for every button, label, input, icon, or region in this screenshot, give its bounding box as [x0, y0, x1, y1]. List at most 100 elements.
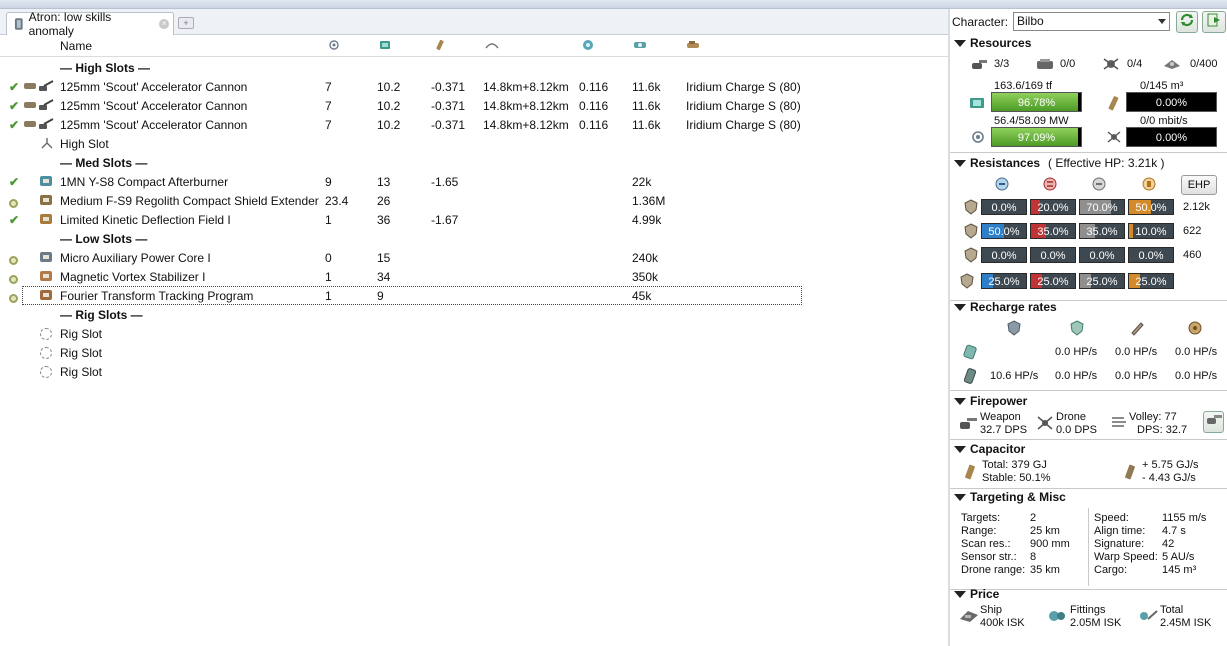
active-state-icon[interactable]: ✔ [9, 175, 19, 189]
total-price-label: Total [1160, 604, 1184, 616]
module-tracking: 0.116 [579, 99, 609, 113]
module-powergrid: 10.2 [377, 80, 401, 94]
module-powergrid: 34 [377, 270, 391, 284]
passive-recharge-icon [963, 344, 977, 360]
stat-value: 25 km [1030, 525, 1060, 537]
module-row[interactable]: ✔ 125mm 'Scout' Accelerator Cannon 7 10.2 -0… [0, 77, 948, 96]
module-name: High Slot [60, 137, 109, 151]
damage-pattern-button[interactable] [1203, 411, 1224, 433]
resistance-value: 50.0% [1135, 202, 1167, 214]
active-state-icon[interactable]: ✔ [9, 213, 19, 227]
turret-slots-value: 3/3 [994, 58, 1010, 70]
capacitor-stable: Stable: 50.1% [982, 472, 1051, 484]
active-state-icon[interactable]: ✔ [9, 99, 19, 113]
stat-label: Warp Speed: [1094, 551, 1158, 563]
resistance-cell: 50.0% [1128, 199, 1174, 215]
shield-hp-icon [1007, 320, 1021, 336]
close-tab-icon[interactable]: × [159, 19, 169, 29]
fittings-price-label: Fittings [1070, 604, 1106, 616]
stat-label: Sensor str.: [961, 551, 1017, 563]
rig-slot-row[interactable]: Rig Slot [0, 362, 948, 381]
charge-column-icon[interactable] [686, 39, 700, 54]
module-row[interactable]: Magnetic Vortex Stabilizer I 1 34 350k [0, 267, 948, 286]
cpu-column-icon[interactable] [327, 39, 341, 54]
module-icon [38, 212, 54, 229]
character-select[interactable]: Bilbo [1013, 12, 1170, 31]
rig-slot-row[interactable]: Rig Slot [0, 343, 948, 362]
module-range: 14.8km+8.12km [483, 99, 569, 113]
ehp-toggle-button[interactable]: EHP [1181, 175, 1217, 195]
resistance-value: 20.0% [1037, 202, 1069, 214]
resources-title: Resources [970, 36, 1032, 50]
drone-dps: 0.0 DPS [1056, 424, 1097, 436]
module-name: 125mm 'Scout' Accelerator Cannon [60, 99, 248, 113]
price-header[interactable]: Price [954, 587, 999, 601]
module-row[interactable]: ✔ Limited Kinetic Deflection Field I 1 36 -1… [0, 210, 948, 229]
resistances-header[interactable]: Resistances ( Effective HP: 3.21k ) [954, 156, 1165, 170]
slot-section-header[interactable]: — High Slots — [0, 58, 948, 77]
module-row[interactable]: Micro Auxiliary Power Core I 0 15 240k [0, 248, 948, 267]
passive-shield-boost-rate: 0.0 HP/s [1055, 346, 1098, 358]
module-cpu: 0 [325, 251, 332, 265]
thermal-damage-icon [1043, 177, 1057, 191]
new-tab-button[interactable]: + [178, 17, 194, 29]
active-state-icon[interactable]: ✔ [9, 118, 19, 132]
module-name: Rig Slot [60, 365, 103, 379]
stat-label: Targets: [961, 512, 1001, 524]
empty-slot-row[interactable]: High Slot [0, 134, 948, 153]
module-row[interactable]: ✔ 125mm 'Scout' Accelerator Cannon 7 10.2 -0… [0, 115, 948, 134]
active-state-icon[interactable]: ✔ [9, 80, 19, 94]
fit-tab-title: Atron: low skills anomaly [28, 10, 112, 38]
module-row[interactable]: ✔ 1MN Y-S8 Compact Afterburner 9 13 -1.65 22k [0, 172, 948, 191]
resistance-cell: 20.0% [1030, 199, 1076, 215]
price-column-icon[interactable] [633, 39, 647, 54]
targeting-header[interactable]: Targeting & Misc [954, 490, 1066, 504]
module-row[interactable]: Medium F-S9 Regolith Compact Shield Exte… [0, 191, 948, 210]
capacitor-column-icon[interactable] [433, 39, 447, 54]
stat-value: 2 [1030, 512, 1037, 524]
capacitor-header[interactable]: Capacitor [954, 442, 1025, 456]
separator [950, 439, 1227, 440]
reinforced-recharge-icon [963, 368, 977, 384]
damage-pattern-icon[interactable] [958, 272, 976, 293]
module-name: Rig Slot [60, 327, 103, 341]
damage-pattern-icon [1206, 415, 1222, 424]
refresh-character-button[interactable] [1176, 11, 1198, 33]
resistance-value: 0.0% [991, 250, 1017, 262]
bandwidth-usage-label: 0/0 mbit/s [1140, 115, 1188, 127]
price-title: Price [970, 587, 1000, 601]
tracking-column-icon[interactable] [581, 39, 595, 54]
fit-tab[interactable]: Atron: low skills anomaly × [6, 10, 174, 38]
module-capacitor: -1.67 [431, 213, 459, 227]
resources-header[interactable]: Resources [954, 36, 1031, 50]
window-top-strip [0, 0, 1227, 9]
cpu-usage-percent: 96.78% [1017, 97, 1056, 109]
collapse-triangle-icon [954, 493, 966, 501]
rig-slot-row[interactable]: Rig Slot [0, 324, 948, 343]
module-powergrid: 26 [377, 194, 391, 208]
firepower-header[interactable]: Firepower [954, 394, 1027, 408]
separator [950, 152, 1227, 153]
slot-section-header[interactable]: — Low Slots — [0, 229, 948, 248]
module-price: 350k [632, 270, 659, 284]
export-character-button[interactable] [1202, 11, 1226, 33]
refresh-icon [1180, 13, 1194, 27]
total-price-value: 2.45M ISK [1160, 617, 1212, 629]
recharge-header[interactable]: Recharge rates [954, 300, 1057, 314]
armor-layer-icon [962, 222, 980, 243]
column-name[interactable]: Name [60, 39, 92, 53]
explosive-damage-icon [1142, 177, 1156, 191]
module-powergrid: 13 [377, 175, 391, 189]
charge-icon [23, 98, 37, 115]
layer-hp-value: 2.12k [1183, 201, 1210, 213]
cpu-usage-bar: 96.78% [991, 92, 1082, 112]
slot-section-label: — Rig Slots — [60, 308, 143, 322]
slot-section-header[interactable]: — Rig Slots — [0, 305, 948, 324]
stat-label: Speed: [1094, 512, 1129, 524]
range-column-icon[interactable] [485, 39, 499, 54]
powergrid-column-icon[interactable] [378, 39, 392, 54]
resistance-cell: 35.0% [1079, 223, 1125, 239]
slot-section-header[interactable]: — Med Slots — [0, 153, 948, 172]
collapse-triangle-icon [954, 590, 966, 598]
module-row[interactable]: ✔ 125mm 'Scout' Accelerator Cannon 7 10.2 -0… [0, 96, 948, 115]
